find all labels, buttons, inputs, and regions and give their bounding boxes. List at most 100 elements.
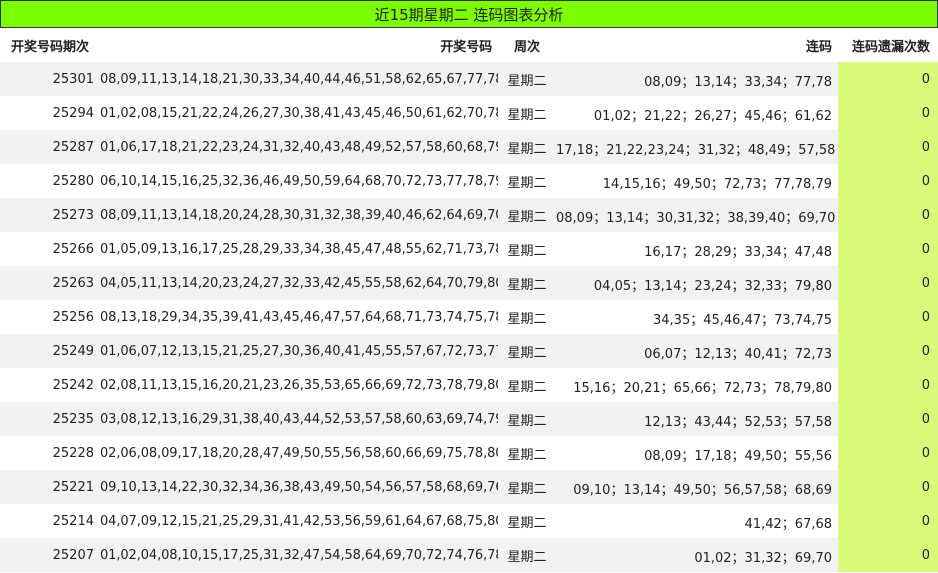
cell-miss: 0	[838, 436, 938, 470]
cell-weekday: 星期二	[507, 107, 547, 123]
table-row: 25235 03,08,12,13,16,29,31,38,40,43,44,52…	[0, 402, 938, 436]
table-row: 25214 04,07,09,12,15,21,25,29,31,41,42,53…	[0, 504, 938, 538]
cell-issue: 25221	[52, 479, 94, 495]
cell-miss: 0	[838, 266, 938, 300]
cell-issue: 25214	[52, 513, 94, 529]
cell-numbers: 06,10,14,15,16,25,32,36,46,49,50,59,64,6…	[100, 173, 498, 189]
header-issue: 开奖号码期次	[0, 28, 100, 62]
cell-numbers: 08,09,11,13,14,18,20,24,28,30,31,32,38,3…	[100, 207, 498, 223]
table-header-row: 开奖号码期次 开奖号码 周次 连码 连码遗漏次数	[0, 28, 938, 62]
cell-miss: 0	[838, 164, 938, 198]
cell-connected: 16,17；28,29；33,34；47,48	[644, 244, 832, 260]
cell-miss: 0	[838, 62, 938, 96]
cell-numbers: 01,06,07,12,13,15,21,25,27,30,36,40,41,4…	[100, 343, 498, 359]
chart-analysis-panel: 近15期星期二 连码图表分析 开奖号码期次 开奖号码 周次 连码 连码遗漏次数 …	[0, 0, 938, 572]
cell-issue: 25256	[52, 309, 94, 325]
cell-numbers: 01,02,04,08,10,15,17,25,31,32,47,54,58,6…	[100, 547, 498, 563]
cell-connected: 15,16；20,21；65,66；72,73；78,79,80	[573, 380, 832, 396]
cell-miss: 0	[838, 470, 938, 504]
header-weekday: 周次	[498, 28, 556, 62]
cell-issue: 25242	[52, 377, 94, 393]
page-title: 近15期星期二 连码图表分析	[0, 0, 938, 28]
cell-issue: 25207	[52, 547, 94, 563]
cell-issue: 25266	[52, 241, 94, 257]
cell-issue: 25294	[52, 105, 94, 121]
header-numbers: 开奖号码	[100, 28, 498, 62]
cell-miss: 0	[838, 334, 938, 368]
cell-numbers: 01,02,08,15,21,22,24,26,27,30,38,41,43,4…	[100, 105, 498, 121]
table-row: 25273 08,09,11,13,14,18,20,24,28,30,31,32…	[0, 198, 938, 232]
header-miss: 连码遗漏次数	[838, 28, 938, 62]
cell-weekday: 星期二	[507, 209, 547, 225]
cell-weekday: 星期二	[507, 311, 547, 327]
cell-connected: 06,07；12,13；40,41；72,73	[644, 346, 832, 362]
cell-issue: 25249	[52, 343, 94, 359]
cell-connected: 08,09；13,14；33,34；77,78	[644, 74, 832, 90]
table-row: 25287 01,06,17,18,21,22,23,24,31,32,40,43…	[0, 130, 938, 164]
table-row: 25266 01,05,09,13,16,17,25,28,29,33,34,38…	[0, 232, 938, 266]
table-row: 25228 02,06,08,09,17,18,20,28,47,49,50,55…	[0, 436, 938, 470]
cell-numbers: 01,06,17,18,21,22,23,24,31,32,40,43,48,4…	[100, 139, 498, 155]
cell-miss: 0	[838, 402, 938, 436]
cell-numbers: 04,07,09,12,15,21,25,29,31,41,42,53,56,5…	[100, 513, 498, 529]
cell-weekday: 星期二	[507, 515, 547, 531]
cell-connected: 08,09；17,18；49,50；55,56	[644, 448, 832, 464]
table-row: 25242 02,08,11,13,15,16,20,21,23,26,35,53…	[0, 368, 938, 402]
cell-connected: 41,42；67,68	[744, 516, 832, 532]
cell-miss: 0	[838, 198, 938, 232]
cell-numbers: 04,05,11,13,14,20,23,24,27,32,33,42,45,5…	[100, 275, 498, 291]
table-row: 25249 01,06,07,12,13,15,21,25,27,30,36,40…	[0, 334, 938, 368]
table-row: 25294 01,02,08,15,21,22,24,26,27,30,38,41…	[0, 96, 938, 130]
cell-weekday: 星期二	[507, 243, 547, 259]
cell-connected: 12,13；43,44；52,53；57,58	[644, 414, 832, 430]
cell-numbers: 08,13,18,29,34,35,39,41,43,45,46,47,57,6…	[100, 309, 498, 325]
cell-miss: 0	[838, 504, 938, 538]
table-row: 25301 08,09,11,13,14,18,21,30,33,34,40,44…	[0, 62, 938, 96]
cell-issue: 25263	[52, 275, 94, 291]
table-row: 25221 09,10,13,14,22,30,32,34,36,38,43,49…	[0, 470, 938, 504]
cell-weekday: 星期二	[507, 277, 547, 293]
cell-weekday: 星期二	[507, 141, 547, 157]
cell-weekday: 星期二	[507, 447, 547, 463]
table-body: 25301 08,09,11,13,14,18,21,30,33,34,40,44…	[0, 62, 938, 572]
cell-numbers: 08,09,11,13,14,18,21,30,33,34,40,44,46,5…	[100, 71, 498, 87]
cell-connected: 08,09；13,14；30,31,32；38,39,40；69,70	[556, 210, 836, 226]
results-table: 开奖号码期次 开奖号码 周次 连码 连码遗漏次数 25301 08,09,11,1…	[0, 28, 938, 572]
cell-issue: 25301	[52, 71, 94, 87]
cell-weekday: 星期二	[507, 73, 547, 89]
cell-issue: 25287	[52, 139, 94, 155]
cell-numbers: 02,08,11,13,15,16,20,21,23,26,35,53,65,6…	[100, 377, 498, 393]
cell-weekday: 星期二	[507, 379, 547, 395]
cell-connected: 14,15,16；49,50；72,73；77,78,79	[602, 176, 832, 192]
cell-miss: 0	[838, 96, 938, 130]
cell-issue: 25280	[52, 173, 94, 189]
cell-weekday: 星期二	[507, 481, 547, 497]
cell-miss: 0	[838, 232, 938, 266]
table-row: 25263 04,05,11,13,14,20,23,24,27,32,33,42…	[0, 266, 938, 300]
cell-connected: 17,18；21,22,23,24；31,32；48,49；57,58	[556, 142, 836, 158]
cell-numbers: 09,10,13,14,22,30,32,34,36,38,43,49,50,5…	[100, 479, 498, 495]
table-row: 25256 08,13,18,29,34,35,39,41,43,45,46,47…	[0, 300, 938, 334]
cell-miss: 0	[838, 538, 938, 572]
cell-numbers: 01,05,09,13,16,17,25,28,29,33,34,38,45,4…	[100, 241, 498, 257]
cell-miss: 0	[838, 368, 938, 402]
cell-connected: 04,05；13,14；23,24；32,33；79,80	[593, 278, 832, 294]
cell-miss: 0	[838, 300, 938, 334]
cell-issue: 25228	[52, 445, 94, 461]
cell-numbers: 03,08,12,13,16,29,31,38,40,43,44,52,53,5…	[100, 411, 498, 427]
cell-weekday: 星期二	[507, 549, 547, 565]
header-connected: 连码	[556, 28, 838, 62]
cell-weekday: 星期二	[507, 175, 547, 191]
cell-connected: 01,02；31,32；69,70	[694, 550, 832, 566]
cell-issue: 25235	[52, 411, 94, 427]
cell-connected: 34,35；45,46,47；73,74,75	[653, 312, 832, 328]
cell-connected: 09,10；13,14；49,50；56,57,58；68,69	[573, 482, 832, 498]
cell-connected: 01,02；21,22；26,27；45,46；61,62	[593, 108, 832, 124]
table-row: 25207 01,02,04,08,10,15,17,25,31,32,47,54…	[0, 538, 938, 572]
table-row: 25280 06,10,14,15,16,25,32,36,46,49,50,59…	[0, 164, 938, 198]
cell-miss: 0	[838, 130, 938, 164]
cell-weekday: 星期二	[507, 345, 547, 361]
cell-numbers: 02,06,08,09,17,18,20,28,47,49,50,55,56,5…	[100, 445, 498, 461]
cell-issue: 25273	[52, 207, 94, 223]
cell-weekday: 星期二	[507, 413, 547, 429]
